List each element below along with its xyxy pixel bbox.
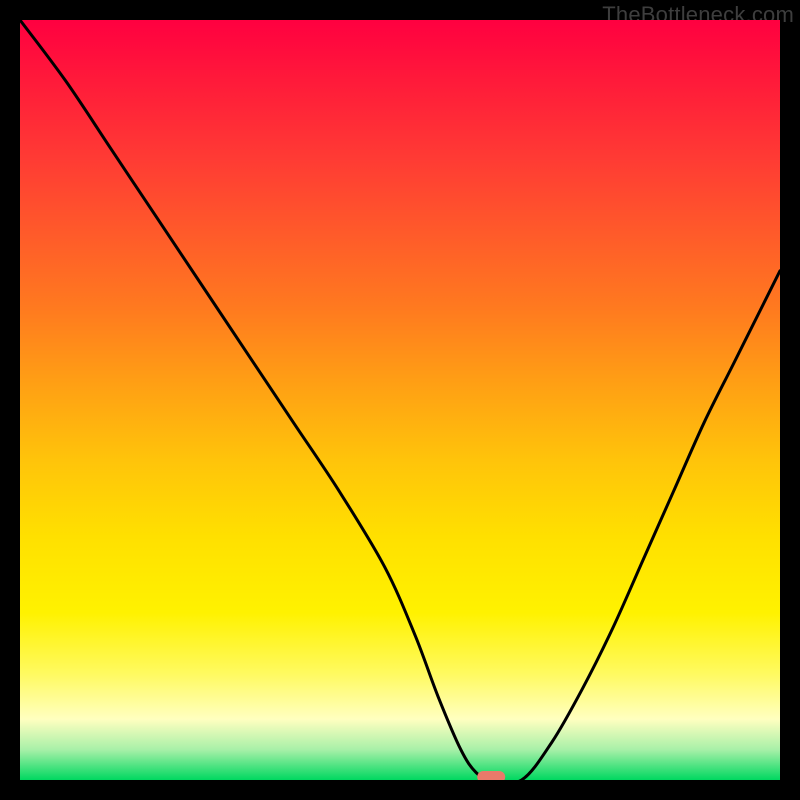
plot-area	[20, 20, 780, 780]
bottleneck-curve-svg	[20, 20, 780, 780]
optimum-marker	[477, 771, 505, 780]
chart-frame: TheBottleneck.com	[0, 0, 800, 800]
bottleneck-curve-path	[20, 20, 780, 780]
